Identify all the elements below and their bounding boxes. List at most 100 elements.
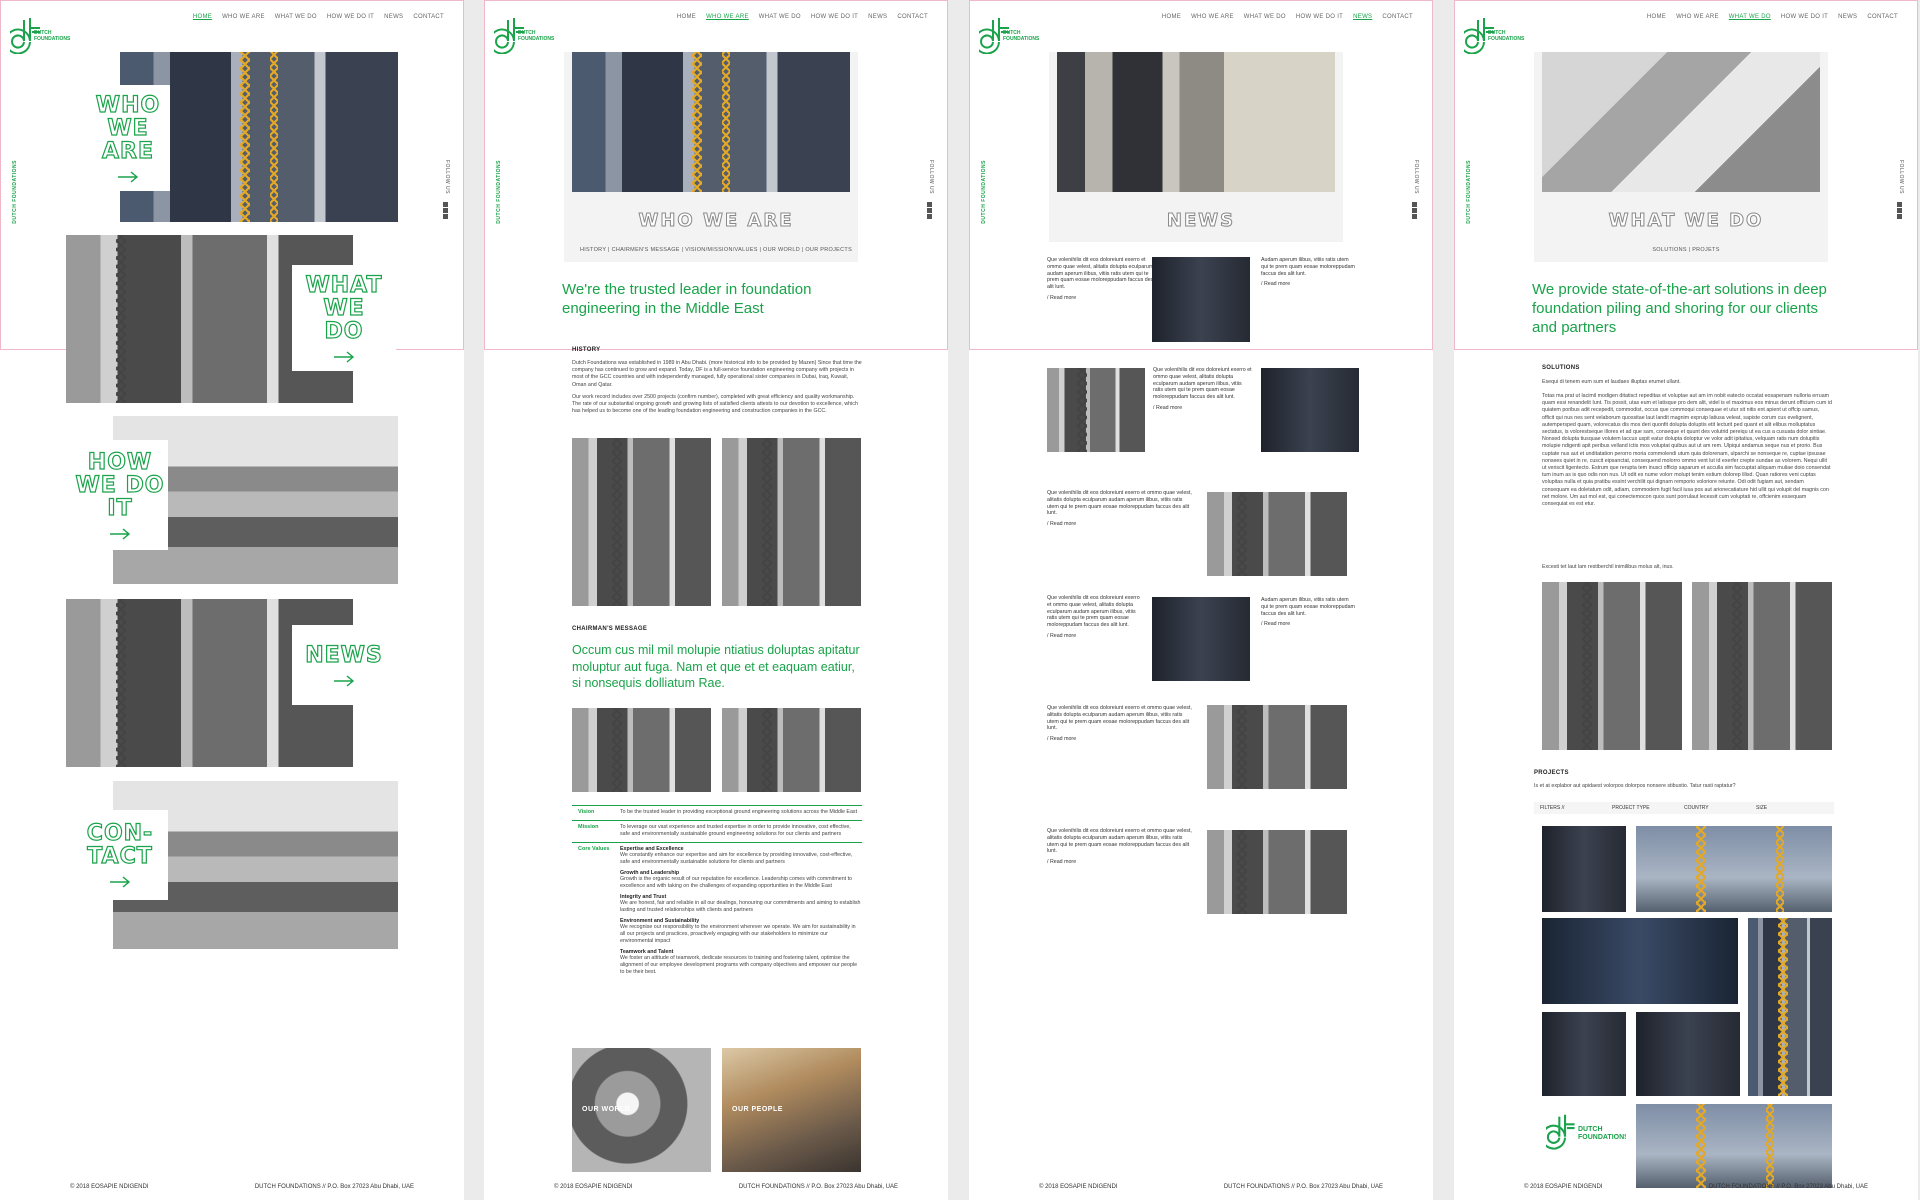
twitter-icon[interactable] xyxy=(443,208,448,213)
read-more-link[interactable]: / Read more xyxy=(1047,633,1145,640)
news-image[interactable] xyxy=(1207,492,1347,576)
section-subnav[interactable]: HISTORY | CHAIRMEN'S MESSAGE | VISION/MI… xyxy=(484,247,948,253)
footer-address: DUTCH FOUNDATIONS // P.O. Box 27023 Abu … xyxy=(738,1184,898,1190)
news-item[interactable]: Que volenihilis dit eos doloreiunt exerr… xyxy=(1047,490,1192,528)
news-image[interactable] xyxy=(1207,830,1347,914)
nav-home[interactable]: HOME xyxy=(193,14,212,20)
read-more-link[interactable]: / Read more xyxy=(1153,405,1253,412)
chairman-image-2 xyxy=(722,708,861,792)
values-list: Expertise and Excellence We constantly en… xyxy=(620,846,862,976)
arrow-right-icon xyxy=(334,350,355,363)
value-text: We constantly enhance our expertise and … xyxy=(620,852,853,865)
read-more-link[interactable]: / Read more xyxy=(1047,736,1192,743)
nav-how[interactable]: HOW WE DO IT xyxy=(327,14,374,20)
nav-what[interactable]: WHAT WE DO xyxy=(759,14,801,20)
news-item[interactable]: Audam aperum ilibus, vitiis ratis utem q… xyxy=(1261,597,1355,628)
nav-home[interactable]: HOME xyxy=(1162,14,1181,20)
tile-what-we-do[interactable]: WHAT WE DO xyxy=(292,265,396,371)
section-subnav[interactable]: SOLUTIONS | PROJETS xyxy=(1454,247,1918,253)
nav-what[interactable]: WHAT WE DO xyxy=(1244,14,1286,20)
read-more-link[interactable]: / Read more xyxy=(1261,621,1355,628)
nav-home[interactable]: HOME xyxy=(1647,14,1666,20)
nav-contact[interactable]: CONTACT xyxy=(413,14,444,20)
linkedin-icon[interactable] xyxy=(443,214,448,219)
facebook-icon[interactable] xyxy=(443,202,448,207)
home-page: DUTCH FOUNDATIONS HOME WHO WE ARE WHAT WE… xyxy=(0,0,464,1200)
tile-news[interactable]: NEWS xyxy=(292,625,396,705)
page-title: WHAT WE DO xyxy=(1608,210,1764,232)
logo-text: DUTCH FOUNDATIONS xyxy=(518,30,555,42)
nav-how[interactable]: HOW WE DO IT xyxy=(811,14,858,20)
nav-who[interactable]: WHO WE ARE xyxy=(1676,14,1719,20)
news-image[interactable] xyxy=(1152,257,1250,342)
filter-project-type[interactable]: PROJECT TYPE xyxy=(1612,805,1684,811)
news-text: Que volenihilis dit eos doloreiunt exerr… xyxy=(1047,595,1140,629)
project-tile[interactable] xyxy=(1748,918,1832,1096)
tile-who-we-are[interactable]: WHO WE ARE xyxy=(86,85,170,191)
project-tile[interactable] xyxy=(1636,826,1832,912)
follow-us-label: FOLLOW US xyxy=(1413,160,1419,194)
nav-what[interactable]: WHAT WE DO xyxy=(275,14,317,20)
our-people-card[interactable]: OUR PEOPLE xyxy=(722,1048,861,1172)
news-image[interactable] xyxy=(1261,368,1359,452)
hero-image xyxy=(1057,52,1335,192)
project-tile[interactable] xyxy=(1542,1012,1626,1096)
nav-home[interactable]: HOME xyxy=(677,14,696,20)
tile-contact[interactable]: CON- TACT xyxy=(72,810,168,900)
nav-news[interactable]: NEWS xyxy=(1353,14,1372,20)
tile-how-we-do-it[interactable]: HOW WE DO IT xyxy=(72,440,168,550)
news-text: Que volenihilis dit eos doloreiunt exerr… xyxy=(1153,367,1252,401)
vision-mission-table: Vision To be the trusted leader in provid… xyxy=(572,805,862,980)
project-tile[interactable] xyxy=(1542,918,1738,1004)
nav-who[interactable]: WHO WE ARE xyxy=(706,14,749,20)
project-tile[interactable] xyxy=(1636,1104,1832,1188)
footer: © 2018 EOSAPIE NDIGENDI DUTCH FOUNDATIONS… xyxy=(1524,1184,1868,1190)
facebook-icon[interactable] xyxy=(1412,202,1417,207)
read-more-link[interactable]: / Read more xyxy=(1261,281,1355,288)
tile-news-title: NEWS xyxy=(305,642,383,668)
project-tile-logo[interactable]: DUTCH FOUNDATIONS xyxy=(1542,1104,1626,1188)
news-item[interactable]: Que volenihilis dit eos doloreiunt exerr… xyxy=(1153,367,1253,412)
page-title: WHO WE ARE xyxy=(638,210,794,232)
nav-contact[interactable]: CONTACT xyxy=(1382,14,1413,20)
nav-what[interactable]: WHAT WE DO xyxy=(1729,14,1771,20)
logo-text: DUTCH FOUNDATIONS xyxy=(1003,30,1040,42)
news-image[interactable] xyxy=(1207,705,1347,789)
lead-text: We're the trusted leader in foundation e… xyxy=(562,281,812,317)
filter-size[interactable]: SIZE xyxy=(1756,805,1828,811)
nav-contact[interactable]: CONTACT xyxy=(897,14,928,20)
news-item[interactable]: Audam aperum ilibus, vitiis ratis utem q… xyxy=(1261,257,1355,288)
filter-country[interactable]: COUNTRY xyxy=(1684,805,1756,811)
nav-news[interactable]: NEWS xyxy=(1838,14,1857,20)
nav-news[interactable]: NEWS xyxy=(384,14,403,20)
history-image-1 xyxy=(572,438,711,606)
footer: © 2018 EOSAPIE NDIGENDI DUTCH FOUNDATIONS… xyxy=(1039,1184,1383,1190)
news-item[interactable]: Que volenihilis dit eos doloreiunt exerr… xyxy=(1047,705,1192,743)
nav-contact[interactable]: CONTACT xyxy=(1867,14,1898,20)
news-item[interactable]: Que volenihilis dit eos doloreiunt exerr… xyxy=(1047,595,1145,640)
facebook-icon[interactable] xyxy=(1897,202,1902,207)
what-we-do-page: DUTCH FOUNDATIONS HOME WHO WE ARE WHAT WE… xyxy=(1454,0,1918,1200)
project-tile[interactable] xyxy=(1542,826,1626,912)
main-nav: HOME WHO WE ARE WHAT WE DO HOW WE DO IT … xyxy=(1162,14,1413,20)
nav-news[interactable]: NEWS xyxy=(868,14,887,20)
nav-how[interactable]: HOW WE DO IT xyxy=(1781,14,1828,20)
nav-how[interactable]: HOW WE DO IT xyxy=(1296,14,1343,20)
read-more-link[interactable]: / Read more xyxy=(1047,521,1192,528)
read-more-link[interactable]: / Read more xyxy=(1047,859,1192,866)
project-filters[interactable]: FILTERS // PROJECT TYPE COUNTRY SIZE xyxy=(1534,802,1834,814)
project-tile[interactable] xyxy=(1636,1012,1740,1096)
social-icons[interactable] xyxy=(443,202,450,219)
tile-who-title: WHO WE ARE xyxy=(95,92,161,164)
news-item[interactable]: Que volenihilis dit eos doloreiunt exerr… xyxy=(1047,828,1192,866)
facebook-icon[interactable] xyxy=(927,202,932,207)
news-item[interactable]: Que volenihilis dit eos doloreiunt exerr… xyxy=(1047,257,1159,302)
news-image[interactable] xyxy=(1047,368,1145,452)
footer-copyright: © 2018 EOSAPIE NDIGENDI xyxy=(1039,1184,1118,1190)
news-image[interactable] xyxy=(1152,597,1250,681)
our-world-card[interactable]: OUR WORLD xyxy=(572,1048,711,1172)
footer: © 2018 EOSAPIE NDIGENDI DUTCH FOUNDATIONS… xyxy=(70,1184,414,1190)
nav-who[interactable]: WHO WE ARE xyxy=(1191,14,1234,20)
nav-who[interactable]: WHO WE ARE xyxy=(222,14,265,20)
read-more-link[interactable]: / Read more xyxy=(1047,295,1159,302)
